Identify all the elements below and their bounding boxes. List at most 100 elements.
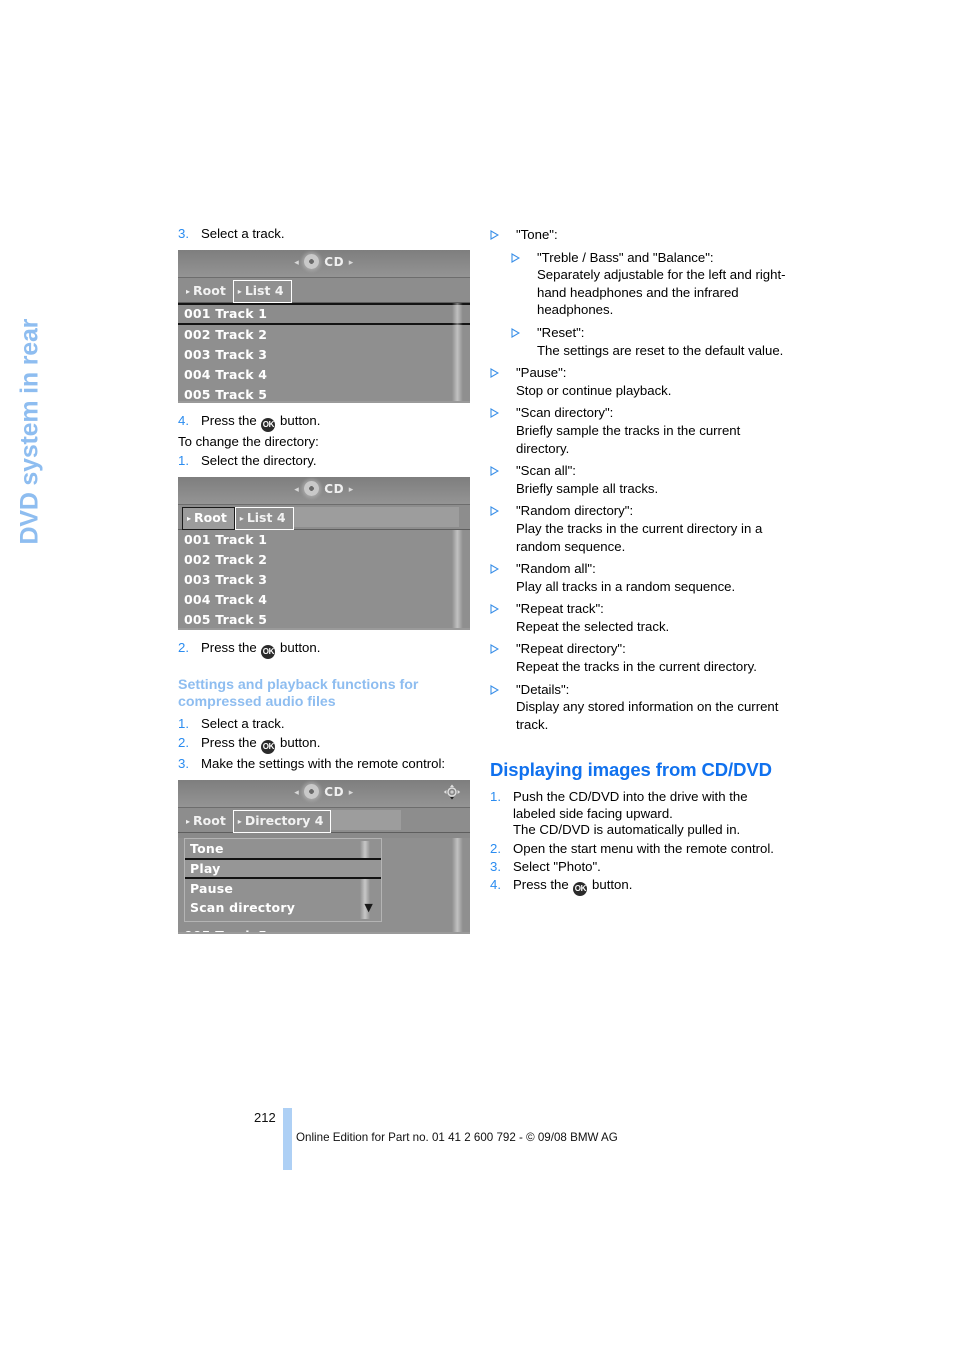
scrollbar[interactable] [452, 530, 464, 629]
step-text: Press the OK button. [201, 413, 474, 433]
bullet-treble-bass-balance: "Treble / Bass" and "Balance": Separatel… [511, 249, 786, 319]
tab-arrow-icon: ▸ [237, 287, 242, 297]
list-item[interactable]: 003 Track 3 [178, 570, 470, 590]
tab-root-label: Root [193, 283, 226, 299]
list-item[interactable]: 005 Track 5 [178, 610, 470, 628]
tab-root[interactable]: ▸ Root [182, 811, 233, 832]
prev-source-arrow-icon[interactable]: ◂ [294, 485, 299, 495]
bullet-title: "Scan directory": [516, 405, 614, 421]
menu-item-tone[interactable]: Tone [185, 839, 381, 858]
bullet-random-directory: "Random directory": Play the tracks in t… [490, 502, 786, 555]
scrollbar[interactable] [452, 838, 464, 933]
list-item[interactable]: 004 Track 4 [178, 365, 470, 385]
list-item[interactable]: 005 Track 5 [178, 385, 470, 401]
bullet-body: "Random directory": Play the tracks in t… [516, 502, 786, 555]
step-text: Press the OK button. [513, 877, 786, 897]
screen-mock-track-list: ◂ CD ▸ ▸ Root ▸ List 4 001 Track 1 002 Track… [178, 250, 470, 404]
screen-breadcrumb-tabs: ▸ Root ▸ List 4 [178, 278, 470, 326]
bullet-repeat-directory: "Repeat directory": Repeat the tracks in… [490, 640, 786, 675]
step-number: 1. [178, 452, 189, 468]
menu-item-scan-directory-label: Scan directory [190, 900, 296, 916]
track-list: 001 Track 1 002 Track 2 003 Track 3 004 … [178, 530, 470, 629]
left-column: 3. Select a track. ◂ CD ▸ ▸ Root ▸ List 4 00… [178, 226, 474, 944]
ok-button-icon: OK [261, 645, 276, 660]
screen-title: ◂ CD ▸ [178, 254, 470, 270]
list-item[interactable]: 004 Track 4 [178, 590, 470, 610]
menu-item-scan-directory[interactable]: Scan directory ▼ [185, 898, 381, 917]
step-press-ok-3: 4. Press the OK button. [490, 877, 786, 897]
footer-imprint: Online Edition for Part no. 01 41 2 600 … [296, 1131, 618, 1144]
list-item[interactable]: 003 Track 3 [178, 345, 470, 365]
bullet-description: Play the tracks in the current directory… [516, 520, 763, 554]
next-source-arrow-icon[interactable]: ▸ [349, 788, 354, 798]
tab-arrow-icon: ▸ [186, 287, 191, 297]
step-open-start-menu: 2. Open the start menu with the remote c… [490, 841, 786, 857]
bullet-title: "Tone": [516, 227, 558, 242]
bullet-pause: "Pause": Stop or continue playback. [490, 364, 786, 399]
step-text: Push the CD/DVD into the drive with the … [513, 789, 748, 838]
settings-popup-menu: Tone Play Pause Scan directory ▼ [184, 838, 382, 923]
bullet-title: "Pause": [516, 365, 567, 381]
disc-icon [304, 254, 320, 270]
tab-root[interactable]: ▸ Root [182, 507, 235, 531]
bullet-random-all: "Random all": Play all tracks in a rando… [490, 560, 786, 595]
screen-title-text: CD [324, 785, 345, 800]
step-text-post: button. [276, 734, 321, 750]
bullet-reset: "Reset": The settings are reset to the d… [511, 324, 786, 359]
menu-item-pause[interactable]: Pause [185, 879, 381, 898]
step-settings-2: 2. Press the OK button. [178, 735, 474, 754]
menu-item-play[interactable]: Play [185, 858, 381, 880]
bullet-description: Separately adjustable for the left and r… [537, 267, 786, 318]
step-text: Press the OK button. [201, 735, 474, 754]
tab-arrow-icon: ▸ [187, 514, 192, 524]
tab-root[interactable]: ▸ Root [182, 281, 233, 302]
triangle-bullet-icon [490, 681, 516, 734]
step-number: 2. [178, 640, 189, 656]
list-item[interactable]: 001 Track 1 [178, 530, 470, 550]
step-text: Select the directory. [201, 452, 317, 468]
step-number: 2. [178, 734, 189, 750]
step-select-photo: 3. Select "Photo". [490, 859, 786, 875]
list-item[interactable]: 002 Track 2 [178, 325, 470, 345]
list-item[interactable]: 005 Track 5 [178, 926, 470, 932]
next-source-arrow-icon[interactable]: ▸ [349, 258, 354, 268]
list-item[interactable]: 002 Track 2 [178, 550, 470, 570]
tab-directory4[interactable]: ▸ Directory 4 [232, 810, 332, 834]
scrollbar[interactable] [452, 303, 464, 402]
step-text: Make the settings with the remote contro… [201, 755, 446, 771]
bullet-body: "Reset": The settings are reset to the d… [537, 324, 786, 359]
next-source-arrow-icon[interactable]: ▸ [349, 485, 354, 495]
tab-list4[interactable]: ▸ List 4 [232, 280, 292, 304]
bullet-scan-all: "Scan all": Briefly sample all tracks. [490, 462, 786, 497]
tab-list4[interactable]: ▸ List 4 [234, 507, 294, 531]
step-text-pre: Press the [201, 640, 261, 656]
triangle-bullet-icon [490, 502, 516, 555]
step-number: 1. [490, 789, 501, 805]
screen-mock-directory-list: ◂ CD ▸ ▸ Root ▸ List 4 001 Track 1 002 Track… [178, 477, 470, 631]
disc-icon [304, 784, 320, 800]
bullet-body: "Treble / Bass" and "Balance": Separatel… [537, 249, 786, 319]
bullet-details: "Details": Display any stored informatio… [490, 681, 786, 734]
bullet-description: Display any stored information on the cu… [516, 699, 779, 732]
step-text: Select "Photo". [513, 859, 601, 875]
bullet-description: Play all tracks in a random sequence. [516, 578, 736, 594]
step-number: 1. [178, 716, 189, 732]
prev-source-arrow-icon[interactable]: ◂ [294, 788, 299, 798]
bullet-scan-directory: "Scan directory": Briefly sample the tra… [490, 404, 786, 457]
triangle-bullet-icon [490, 404, 516, 457]
step-press-ok-2: 2. Press the OK button. [178, 640, 474, 660]
triangle-bullet-icon [490, 640, 516, 675]
triangle-bullet-icon [490, 226, 516, 244]
bullet-title: "Repeat directory": [516, 641, 626, 657]
bullet-title: "Random all": [516, 561, 596, 577]
prev-source-arrow-icon[interactable]: ◂ [294, 258, 299, 268]
chevron-down-icon[interactable]: ▼ [364, 902, 373, 913]
bullet-description: Briefly sample all tracks. [516, 480, 659, 496]
step-number: 3. [178, 755, 189, 771]
bullet-description: Repeat the selected track. [516, 618, 670, 634]
list-item[interactable]: 001 Track 1 [178, 303, 470, 326]
screen-breadcrumb-tabs: ▸ Root ▸ Directory 4 [178, 808, 470, 834]
bullet-title: "Random directory": [516, 503, 634, 519]
step-settings-1: 1. Select a track. [178, 716, 474, 732]
step-number: 4. [178, 413, 189, 429]
